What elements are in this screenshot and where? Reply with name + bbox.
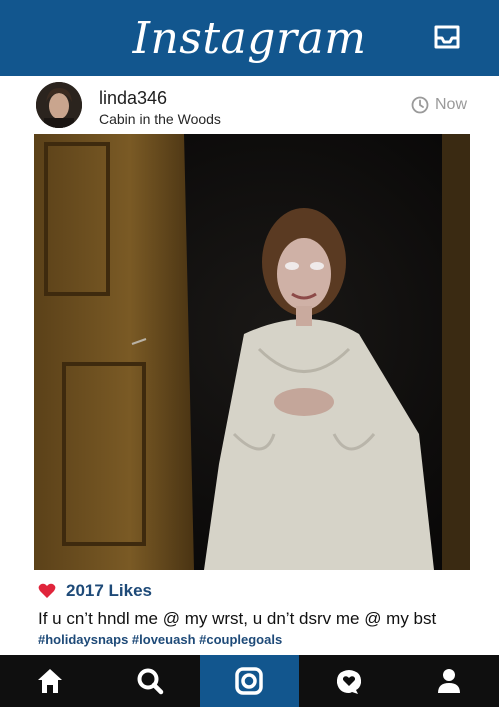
nav-search[interactable] <box>100 655 200 707</box>
nav-camera[interactable] <box>199 655 300 707</box>
post-username[interactable]: linda346 <box>99 88 167 109</box>
heart-icon[interactable] <box>38 583 56 599</box>
nav-profile[interactable] <box>399 655 499 707</box>
post-time: Now <box>411 96 467 114</box>
likes-row: 2017 Likes <box>38 581 152 601</box>
profile-icon <box>438 669 461 693</box>
app-logo: Instagram <box>132 12 367 64</box>
post-hashtags[interactable]: #holidaysnaps #loveuash #couplegoals <box>38 632 282 647</box>
post-location[interactable]: Cabin in the Woods <box>99 111 221 127</box>
post-time-label: Now <box>434 96 467 113</box>
avatar[interactable] <box>36 82 82 128</box>
post-caption: If u cn’t hndl me @ my wrst, u dn’t dsrv… <box>38 609 437 628</box>
nav-home[interactable] <box>0 655 100 707</box>
likes-count[interactable]: 2017 Likes <box>66 581 152 601</box>
nav-activity[interactable] <box>299 655 399 707</box>
camera-icon <box>235 667 264 695</box>
inbox-icon[interactable] <box>433 24 461 50</box>
search-icon <box>137 668 163 695</box>
post-photo[interactable] <box>34 134 470 570</box>
clock-icon <box>411 96 429 114</box>
bottom-nav <box>0 655 499 707</box>
home-icon <box>37 669 62 693</box>
activity-icon <box>337 670 362 694</box>
top-bar: Instagram <box>0 0 499 76</box>
